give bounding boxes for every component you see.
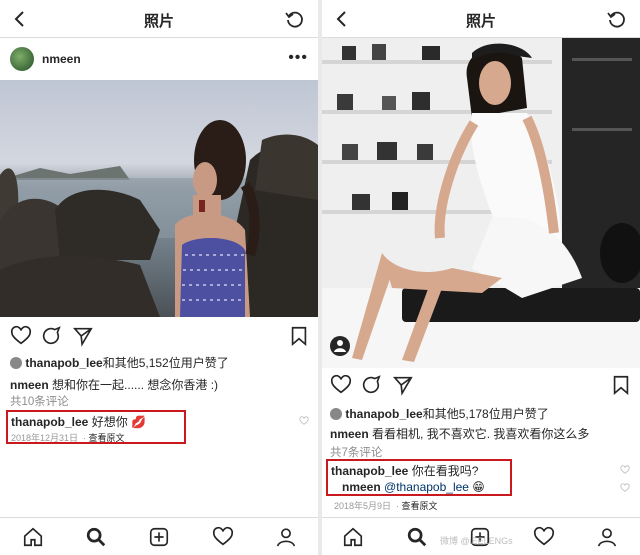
reply-mention[interactable]: @thanapob_lee [384,480,469,494]
caption: nmeen 想和你在一起...... 想念你香港 :) [10,376,218,393]
left-screenshot: 照片 nmeen ••• thanapob_lee和其他5,152位用户赞了 n… [0,0,318,555]
caption-text: 看看相机, 我不喜欢它. 我喜欢看你这么多 [372,427,590,441]
comment-icon[interactable] [40,325,62,347]
activity-icon[interactable] [533,526,555,548]
heart-icon[interactable] [330,374,352,396]
more-options-icon[interactable]: ••• [288,49,308,67]
refresh-icon[interactable] [284,8,306,30]
bookmark-icon[interactable] [610,374,632,396]
date-text: 2018年5月9日 [334,501,392,511]
photo-scene [322,38,640,368]
likes-user[interactable]: thanapob_lee [345,407,422,421]
right-screenshot: 照片 thanapob_lee和其他5,178位用户赞了 nmeen 看看相机,… [322,0,640,555]
comment-like-icon[interactable] [299,416,309,426]
post-photo[interactable] [322,38,640,368]
caption-user[interactable]: nmeen [10,378,49,392]
caption-user[interactable]: nmeen [330,427,369,441]
reply-user[interactable]: nmeen [342,480,381,494]
comment-text: 好想你 💋 [91,415,146,429]
photo-scene [0,120,318,317]
comment-date: 2018年12月31日 · 查看原文 [11,433,125,443]
bottom-nav [0,517,318,555]
bookmark-icon[interactable] [288,325,310,347]
profile-icon[interactable] [596,526,618,548]
share-icon[interactable] [72,325,94,347]
comment-date: 2018年5月9日 · 查看原文 [334,501,438,511]
search-icon[interactable] [406,526,428,548]
see-original-link[interactable]: 查看原文 [402,501,438,511]
activity-icon[interactable] [212,526,234,548]
caption: nmeen 看看相机, 我不喜欢它. 我喜欢看你这么多 [330,425,589,442]
likes-rest: 和其他5,178位用户赞了 [422,407,549,421]
post-username[interactable]: nmeen [42,52,81,66]
home-icon[interactable] [342,526,364,548]
reply-like-icon[interactable] [620,483,630,493]
action-bar [322,370,640,400]
add-icon[interactable] [148,526,170,548]
comment: thanapob_lee 你在看我吗? [331,462,478,479]
likes-line[interactable]: thanapob_lee和其他5,152位用户赞了 [10,354,229,371]
reply-emoji: 😁 [472,480,485,494]
liker-avatar [10,357,22,369]
refresh-icon[interactable] [606,8,628,30]
caption-text: 想和你在一起...... 想念你香港 :) [52,378,219,392]
search-icon[interactable] [85,526,107,548]
post-header: nmeen ••• [0,40,318,78]
watermark: 微博 @iEELENGs [440,536,513,546]
comment-count[interactable]: 共10条评论 [10,393,69,409]
comment: thanapob_lee 好想你 💋 [11,413,146,430]
likes-user[interactable]: thanapob_lee [25,356,102,370]
likes-line[interactable]: thanapob_lee和其他5,178位用户赞了 [330,405,549,422]
page-title: 照片 [465,13,496,30]
action-bar [0,321,318,351]
top-bar: 照片 [0,0,318,38]
comment-like-icon[interactable] [620,465,630,475]
share-icon[interactable] [392,374,414,396]
avatar[interactable] [10,47,34,71]
comment-text: 你在看我吗? [411,464,479,478]
comment-user[interactable]: thanapob_lee [331,464,408,478]
heart-icon[interactable] [10,325,32,347]
date-text: 2018年12月31日 [11,433,79,443]
profile-icon[interactable] [275,526,297,548]
home-icon[interactable] [22,526,44,548]
top-bar: 照片 [322,0,640,38]
likes-rest: 和其他5,152位用户赞了 [102,356,229,370]
comment-user[interactable]: thanapob_lee [11,415,88,429]
reply: nmeen @thanapob_lee 😁 [342,480,485,494]
see-original-link[interactable]: 查看原文 [89,433,125,443]
post-photo[interactable] [0,80,318,317]
comment-icon[interactable] [360,374,382,396]
comment-count[interactable]: 共7条评论 [330,444,382,460]
page-title: 照片 [143,13,174,30]
liker-avatar [330,408,342,420]
